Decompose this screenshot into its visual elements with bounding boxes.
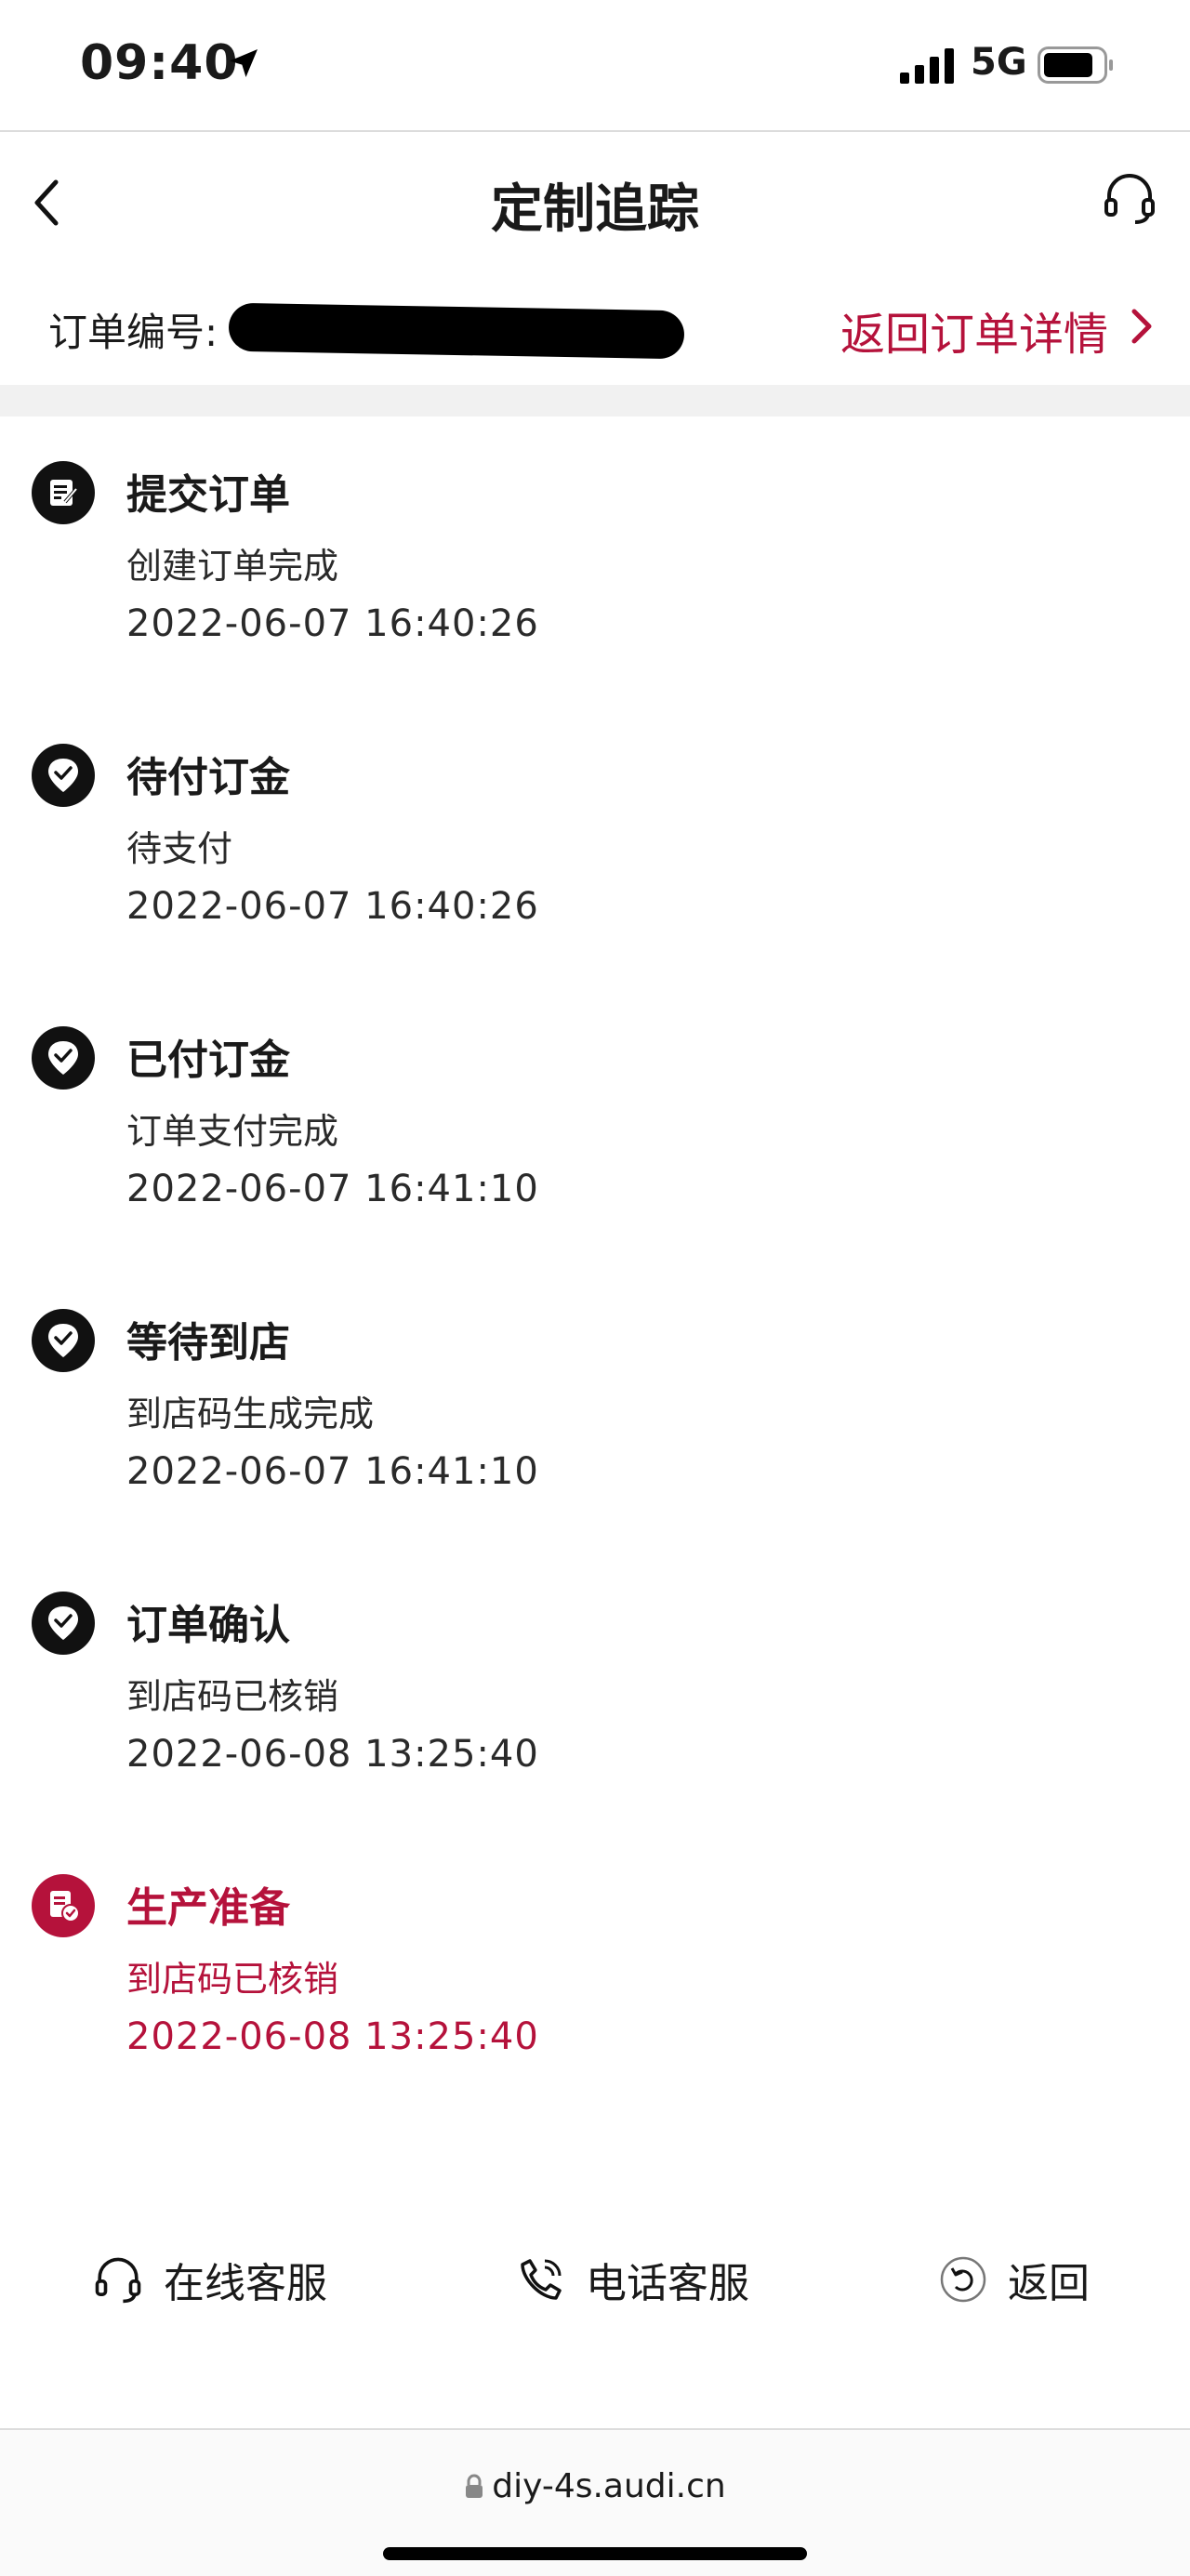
timeline-step: 待付订金 待支付 2022-06-07 16:40:26 <box>0 699 1190 978</box>
timeline-step-current: 生产准备 到店码已核销 2022-06-08 13:25:40 <box>0 1830 1190 2108</box>
step-timestamp: 2022-06-07 16:41:10 <box>126 1450 539 1493</box>
step-timestamp: 2022-06-07 16:41:10 <box>126 1168 539 1210</box>
phone-service-label: 电话客服 <box>586 2260 749 2307</box>
check-shield-icon <box>32 1309 95 1372</box>
undo-circle-icon <box>940 2256 986 2303</box>
document-check-icon <box>32 1874 95 1937</box>
cellular-signal-icon <box>900 48 958 87</box>
url-display[interactable]: diy-4s.audi.cn <box>0 2467 1190 2505</box>
step-timestamp: 2022-06-07 16:40:26 <box>126 602 539 645</box>
step-title: 订单确认 <box>126 1602 290 1649</box>
location-arrow-icon <box>225 45 262 86</box>
nav-header: 定制追踪 <box>0 132 1190 271</box>
customer-service-button[interactable] <box>1097 167 1162 232</box>
step-title: 等待到店 <box>126 1319 290 1367</box>
status-time: 09:40 <box>80 35 239 91</box>
url-text: diy-4s.audi.cn <box>492 2467 726 2505</box>
step-description: 到店码已核销 <box>126 1959 339 2000</box>
battery-icon <box>1038 46 1114 87</box>
step-description: 创建订单完成 <box>126 546 339 587</box>
step-description: 订单支付完成 <box>126 1111 339 1152</box>
phone-service-button[interactable]: 电话客服 <box>517 2250 749 2309</box>
page-title: 定制追踪 <box>491 179 699 240</box>
step-timestamp: 2022-06-08 13:25:40 <box>126 1733 539 1776</box>
timeline-step: 等待到店 到店码生成完成 2022-06-07 16:41:10 <box>0 1264 1190 1543</box>
home-indicator[interactable] <box>383 2547 807 2560</box>
step-title: 待付订金 <box>126 754 290 801</box>
check-shield-icon <box>32 744 95 807</box>
headset-icon <box>1102 170 1157 230</box>
network-type: 5G <box>971 41 1027 84</box>
step-title: 已付订金 <box>126 1037 290 1084</box>
chevron-right-icon <box>1130 304 1153 356</box>
section-divider <box>0 385 1190 416</box>
online-service-button[interactable]: 在线客服 <box>93 2250 327 2309</box>
check-shield-icon <box>32 1026 95 1090</box>
bottom-actions: 在线客服 电话客服 返回 <box>0 2231 1190 2324</box>
browser-url-bar[interactable]: diy-4s.audi.cn <box>0 2428 1190 2576</box>
order-number-redacted <box>228 302 685 360</box>
headset-icon <box>95 2257 141 2304</box>
step-description: 到店码生成完成 <box>126 1394 375 1434</box>
return-order-detail-link[interactable]: 返回订单详情 <box>840 297 1153 363</box>
online-service-label: 在线客服 <box>164 2260 327 2307</box>
lock-icon <box>466 2474 483 2498</box>
back-action-label: 返回 <box>1008 2260 1090 2307</box>
timeline-step: 订单确认 到店码已核销 2022-06-08 13:25:40 <box>0 1547 1190 1826</box>
step-description: 到店码已核销 <box>126 1676 339 1717</box>
timeline-step: 提交订单 创建订单完成 2022-06-07 16:40:26 <box>0 416 1190 695</box>
check-shield-icon <box>32 1592 95 1655</box>
phone-icon <box>521 2259 562 2300</box>
step-timestamp: 2022-06-07 16:40:26 <box>126 885 539 928</box>
document-edit-icon <box>32 461 95 524</box>
order-row: 订单编号: 返回订单详情 <box>0 279 1190 383</box>
step-timestamp: 2022-06-08 13:25:40 <box>126 2015 539 2058</box>
order-number-label: 订单编号: <box>48 310 218 355</box>
status-bar: 09:40 5G <box>0 0 1190 132</box>
return-order-detail-label: 返回订单详情 <box>840 309 1108 361</box>
step-title: 生产准备 <box>126 1884 290 1932</box>
timeline-step: 已付订金 订单支付完成 2022-06-07 16:41:10 <box>0 982 1190 1261</box>
step-description: 待支付 <box>126 828 233 869</box>
back-action-button[interactable]: 返回 <box>939 2250 1090 2309</box>
step-title: 提交订单 <box>126 471 290 519</box>
